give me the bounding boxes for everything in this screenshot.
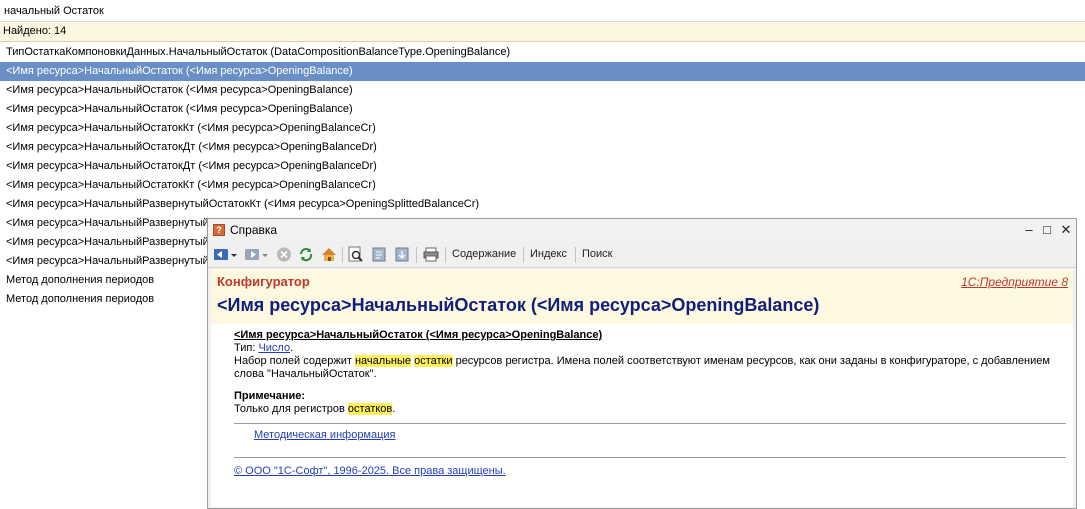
minimize-icon[interactable]: – — [1020, 221, 1038, 239]
type-label: Тип: — [234, 342, 259, 354]
back-arrow-icon[interactable] — [213, 246, 231, 263]
result-row[interactable]: <Имя ресурса>НачальныйОстатокКт (<Имя ре… — [0, 176, 1085, 195]
divider — [234, 457, 1066, 458]
contents-button[interactable]: Содержание — [452, 248, 516, 260]
highlight-term: остатков — [347, 403, 393, 415]
toolbar-separator — [342, 247, 343, 263]
maximize-icon[interactable]: □ — [1038, 221, 1056, 239]
toolbar-separator — [523, 247, 524, 263]
result-row[interactable]: <Имя ресурса>НачальныйОстатокДт (<Имя ре… — [0, 138, 1085, 157]
note-text: Только для регистров остатков. — [234, 403, 1064, 416]
type-link[interactable]: Число — [258, 342, 290, 354]
search-bar — [0, 0, 1085, 22]
close-icon[interactable]: ✕ — [1057, 221, 1075, 239]
copyright-link[interactable]: © ООО "1С-Софт", 1996-2025. Все права за… — [234, 465, 506, 478]
doc-body: <Имя ресурса>НачальныйОстаток (<Имя ресу… — [234, 329, 1066, 478]
doc-version-link[interactable]: 1С:Предприятие 8 — [961, 275, 1068, 289]
search-input[interactable] — [4, 4, 1074, 18]
help-window-title: Справка — [230, 223, 278, 237]
home-icon[interactable] — [320, 246, 338, 263]
property-heading: <Имя ресурса>НачальныйОстаток (<Имя ресу… — [234, 329, 603, 341]
find-in-page-icon[interactable] — [347, 246, 365, 263]
back-dropdown-icon[interactable] — [230, 246, 238, 263]
search-button[interactable]: Поиск — [582, 248, 612, 260]
found-count: Найдено: 14 — [0, 22, 1085, 42]
forward-arrow-icon[interactable] — [244, 246, 262, 263]
doc-section-label: Конфигуратор — [217, 274, 310, 289]
result-row[interactable]: <Имя ресурса>НачальныйОстатокКт (<Имя ре… — [0, 119, 1085, 138]
method-info-link[interactable]: Методическая информация — [254, 429, 396, 442]
print-icon[interactable] — [422, 246, 440, 263]
divider — [234, 423, 1066, 424]
result-row[interactable]: <Имя ресурса>НачальныйРазвернутыйОстаток… — [0, 195, 1085, 214]
help-content: Конфигуратор 1С:Предприятие 8 <Имя ресур… — [211, 269, 1073, 507]
result-row-selected[interactable]: <Имя ресурса>НачальныйОстаток (<Имя ресу… — [0, 62, 1085, 81]
toolbar-separator — [416, 247, 417, 263]
desc-prefix: Набор полей содержит — [234, 355, 355, 367]
type-line: Тип: Число. — [234, 342, 1064, 355]
stop-icon[interactable] — [275, 246, 293, 263]
description: Набор полей содержит начальные остатки р… — [234, 355, 1064, 381]
result-row[interactable]: ТипОстаткаКомпоновкиДанных.НачальныйОста… — [0, 43, 1085, 62]
note-end: . — [392, 403, 396, 415]
refresh-icon[interactable] — [297, 246, 315, 263]
result-row[interactable]: <Имя ресурса>НачальныйОстатокДт (<Имя ре… — [0, 157, 1085, 176]
help-app-icon: ? — [213, 224, 225, 236]
help-toolbar: Содержание Индекс Поиск — [208, 242, 1076, 268]
note-prefix: Только для регистров — [234, 403, 348, 415]
toolbar-separator — [575, 247, 576, 263]
highlight-term: начальные — [354, 355, 412, 367]
forward-dropdown-icon[interactable] — [261, 246, 269, 263]
doc-title: <Имя ресурса>НачальныйОстаток (<Имя ресу… — [217, 295, 820, 315]
doc-header: Конфигуратор 1С:Предприятие 8 <Имя ресур… — [211, 269, 1073, 324]
next-topic-icon[interactable] — [393, 246, 411, 263]
sync-contents-icon[interactable] — [370, 246, 388, 263]
note-heading: Примечание: — [234, 390, 306, 402]
help-window: ? Справка – □ ✕ Содержание Индекс Поиск … — [207, 218, 1077, 509]
highlight-term: остатки — [414, 355, 453, 367]
result-row[interactable]: <Имя ресурса>НачальныйОстаток (<Имя ресу… — [0, 100, 1085, 119]
help-titlebar[interactable]: ? Справка – □ ✕ — [208, 219, 1076, 241]
toolbar-separator — [445, 247, 446, 263]
type-end: . — [290, 342, 294, 354]
result-row[interactable]: <Имя ресурса>НачальныйОстаток (<Имя ресу… — [0, 81, 1085, 100]
index-button[interactable]: Индекс — [530, 248, 567, 260]
